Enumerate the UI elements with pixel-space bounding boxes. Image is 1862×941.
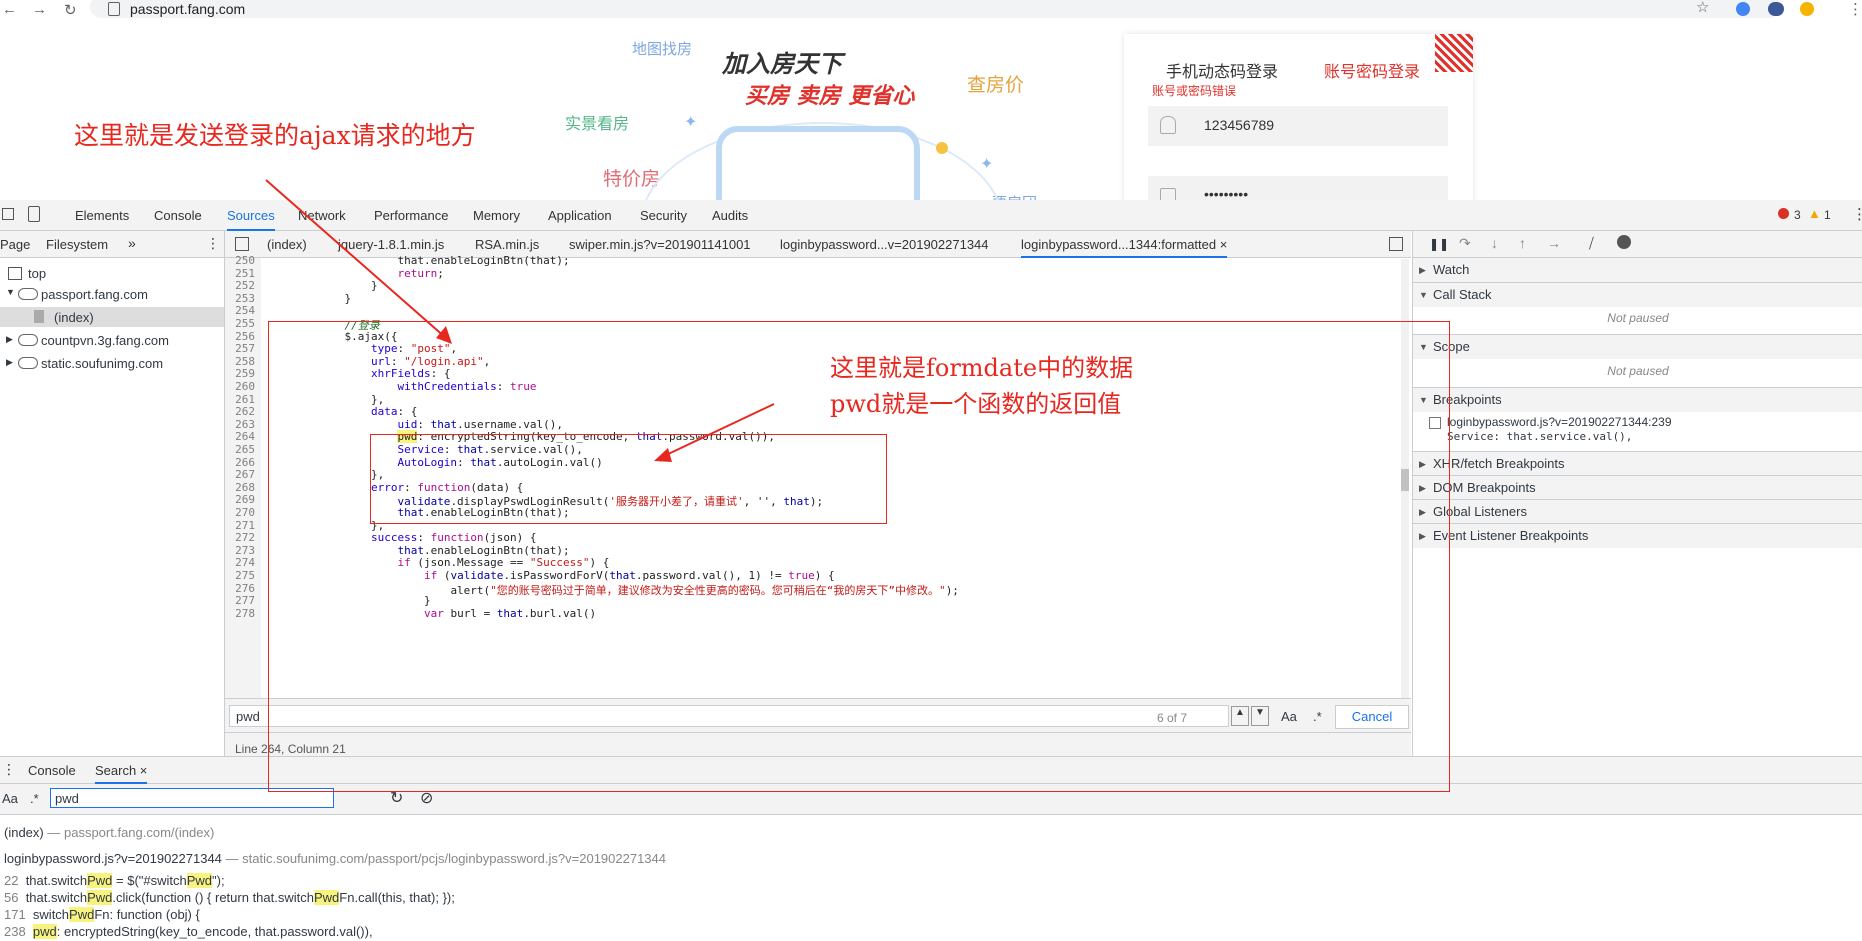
arrow-line: [265, 179, 447, 339]
arrow-line: [663, 403, 775, 457]
annotation-arrows: [265, 179, 775, 462]
arrowhead: [436, 326, 452, 344]
arrowhead: [654, 448, 672, 462]
